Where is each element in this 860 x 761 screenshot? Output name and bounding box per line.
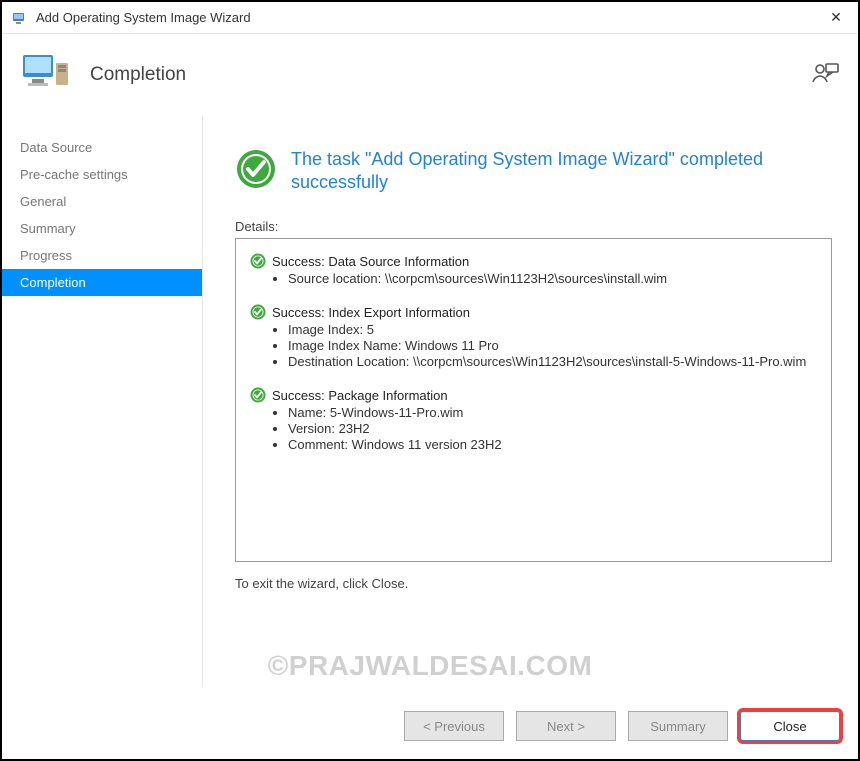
previous-button: < Previous bbox=[404, 711, 504, 741]
detail-group-title: Success: Data Source Information bbox=[272, 254, 469, 269]
detail-group: Success: Package Information Name: 5-Wind… bbox=[250, 387, 817, 452]
detail-list-item: Source location: \\corpcm\sources\Win112… bbox=[288, 271, 817, 286]
feedback-icon[interactable] bbox=[810, 60, 840, 90]
summary-button: Summary bbox=[628, 711, 728, 741]
details-box: Success: Data Source Information Source l… bbox=[235, 238, 832, 562]
sidebar-item-general[interactable]: General bbox=[2, 188, 202, 215]
success-check-icon bbox=[250, 387, 266, 403]
detail-list-item: Comment: Windows 11 version 23H2 bbox=[288, 437, 817, 452]
close-button[interactable]: Close bbox=[740, 711, 840, 741]
success-check-icon bbox=[250, 304, 266, 320]
page-title: Completion bbox=[90, 64, 186, 86]
detail-list: Source location: \\corpcm\sources\Win112… bbox=[250, 271, 817, 286]
window-close-button[interactable]: ✕ bbox=[824, 9, 848, 26]
sidebar-item-pre-cache-settings[interactable]: Pre-cache settings bbox=[2, 161, 202, 188]
window-titlebar: Add Operating System Image Wizard ✕ bbox=[2, 2, 858, 34]
wizard-button-row: < Previous Next > Summary Close bbox=[404, 711, 840, 741]
detail-list-item: Version: 23H2 bbox=[288, 421, 817, 436]
detail-group-header: Success: Data Source Information bbox=[250, 253, 817, 269]
next-button: Next > bbox=[516, 711, 616, 741]
detail-group: Success: Data Source Information Source l… bbox=[250, 253, 817, 286]
detail-list-item: Name: 5-Windows-11-Pro.wim bbox=[288, 405, 817, 420]
sidebar-item-summary[interactable]: Summary bbox=[2, 215, 202, 242]
details-label: Details: bbox=[235, 219, 832, 234]
computer-icon bbox=[20, 49, 72, 101]
exit-note: To exit the wizard, click Close. bbox=[235, 576, 832, 591]
success-check-icon bbox=[235, 148, 277, 190]
sidebar-item-progress[interactable]: Progress bbox=[2, 242, 202, 269]
detail-group-title: Success: Package Information bbox=[272, 388, 448, 403]
success-check-icon bbox=[250, 253, 266, 269]
detail-group-title: Success: Index Export Information bbox=[272, 305, 470, 320]
status-row: The task "Add Operating System Image Wiz… bbox=[235, 148, 832, 193]
detail-list-item: Destination Location: \\corpcm\sources\W… bbox=[288, 354, 817, 369]
detail-group-header: Success: Index Export Information bbox=[250, 304, 817, 320]
detail-group-header: Success: Package Information bbox=[250, 387, 817, 403]
detail-list: Image Index: 5Image Index Name: Windows … bbox=[250, 322, 817, 369]
sidebar-item-data-source[interactable]: Data Source bbox=[2, 134, 202, 161]
sidebar-item-completion[interactable]: Completion bbox=[2, 269, 202, 296]
window-title: Add Operating System Image Wizard bbox=[36, 10, 824, 25]
detail-group: Success: Index Export Information Image I… bbox=[250, 304, 817, 369]
status-message: The task "Add Operating System Image Wiz… bbox=[291, 148, 811, 193]
wizard-body: Data SourcePre-cache settingsGeneralSumm… bbox=[2, 116, 858, 687]
detail-list: Name: 5-Windows-11-Pro.wimVersion: 23H2C… bbox=[250, 405, 817, 452]
wizard-header: Completion bbox=[2, 34, 858, 116]
app-icon bbox=[12, 10, 28, 26]
wizard-sidebar: Data SourcePre-cache settingsGeneralSumm… bbox=[2, 116, 202, 687]
wizard-main-panel: The task "Add Operating System Image Wiz… bbox=[202, 116, 858, 687]
detail-list-item: Image Index: 5 bbox=[288, 322, 817, 337]
detail-list-item: Image Index Name: Windows 11 Pro bbox=[288, 338, 817, 353]
